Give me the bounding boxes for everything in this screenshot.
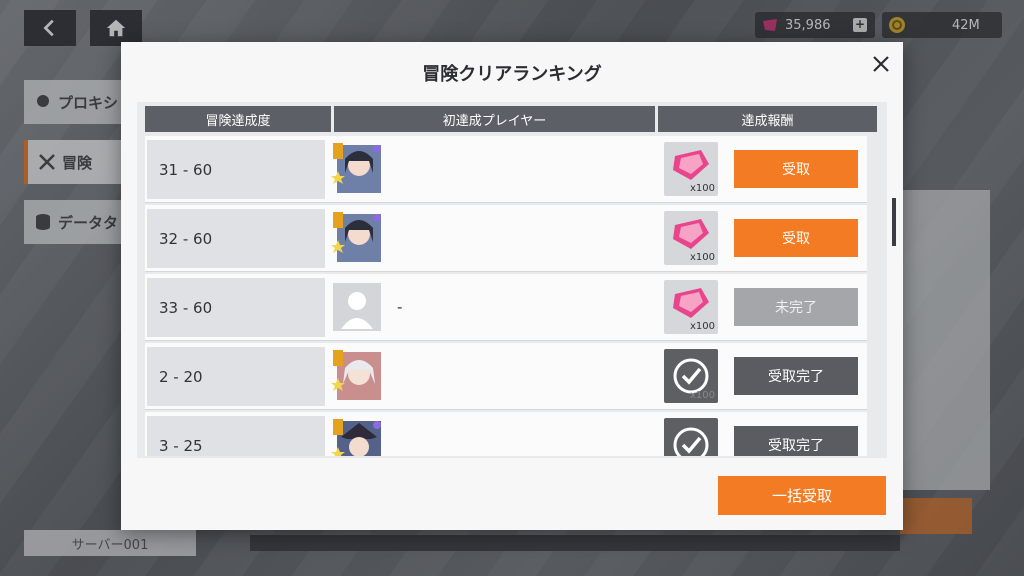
ranking-row: 2 - 20 x100 受取完了 bbox=[145, 343, 867, 410]
ranking-rows[interactable]: 31 - 60 x100 受取 32 - 60 x100 受取 33 - 60 … bbox=[145, 136, 867, 456]
incomplete-button[interactable]: 未完了 bbox=[734, 288, 858, 326]
claim-all-button[interactable]: 一括受取 bbox=[718, 476, 886, 515]
reward-item bbox=[664, 418, 718, 456]
ranking-list: 冒険達成度 初達成プレイヤー 達成報酬 31 - 60 x100 受取 32 -… bbox=[137, 102, 896, 458]
reward-item: x100 bbox=[664, 349, 718, 403]
column-header-player: 初達成プレイヤー bbox=[334, 106, 655, 132]
reward-item[interactable]: x100 bbox=[664, 280, 718, 334]
claimed-button: 受取完了 bbox=[734, 357, 858, 395]
progress-range: 3 - 25 bbox=[147, 416, 325, 456]
reward-quantity: x100 bbox=[689, 321, 715, 332]
reward-quantity: x100 bbox=[689, 183, 715, 194]
ranking-row: 3 - 25 受取完了 bbox=[145, 412, 867, 456]
claimed-button: 受取完了 bbox=[734, 426, 858, 456]
column-header-progress: 冒険達成度 bbox=[145, 106, 331, 132]
reward-quantity: x100 bbox=[689, 390, 715, 401]
claim-button[interactable]: 受取 bbox=[734, 150, 858, 188]
progress-range: 33 - 60 bbox=[147, 278, 325, 337]
pink-gem-icon bbox=[673, 288, 709, 318]
player-avatar[interactable] bbox=[331, 419, 383, 456]
player-name: - bbox=[397, 298, 403, 316]
progress-range: 2 - 20 bbox=[147, 347, 325, 406]
modal-title: 冒険クリアランキング bbox=[422, 64, 602, 85]
pink-gem-icon bbox=[673, 219, 709, 249]
pink-gem-icon bbox=[673, 150, 709, 180]
reward-item[interactable]: x100 bbox=[664, 142, 718, 196]
reward-item[interactable]: x100 bbox=[664, 211, 718, 265]
ranking-row: 33 - 60 - x100 未完了 bbox=[145, 274, 867, 341]
player-avatar[interactable] bbox=[331, 350, 383, 402]
ranking-modal: 冒険クリアランキング 冒険達成度 初達成プレイヤー 達成報酬 31 - 60 x… bbox=[121, 42, 903, 530]
empty-avatar-icon bbox=[333, 283, 381, 331]
close-button[interactable] bbox=[867, 50, 895, 78]
claim-button[interactable]: 受取 bbox=[734, 219, 858, 257]
player-avatar[interactable] bbox=[331, 143, 383, 195]
ranking-row: 32 - 60 x100 受取 bbox=[145, 205, 867, 272]
list-scrollbar[interactable] bbox=[892, 198, 896, 246]
progress-range: 32 - 60 bbox=[147, 209, 325, 268]
progress-range: 31 - 60 bbox=[147, 140, 325, 199]
checkmark-icon bbox=[673, 427, 709, 456]
reward-quantity: x100 bbox=[689, 252, 715, 263]
column-header-reward: 達成報酬 bbox=[658, 106, 877, 132]
close-icon bbox=[873, 56, 889, 72]
ranking-row: 31 - 60 x100 受取 bbox=[145, 136, 867, 203]
player-avatar[interactable] bbox=[331, 212, 383, 264]
